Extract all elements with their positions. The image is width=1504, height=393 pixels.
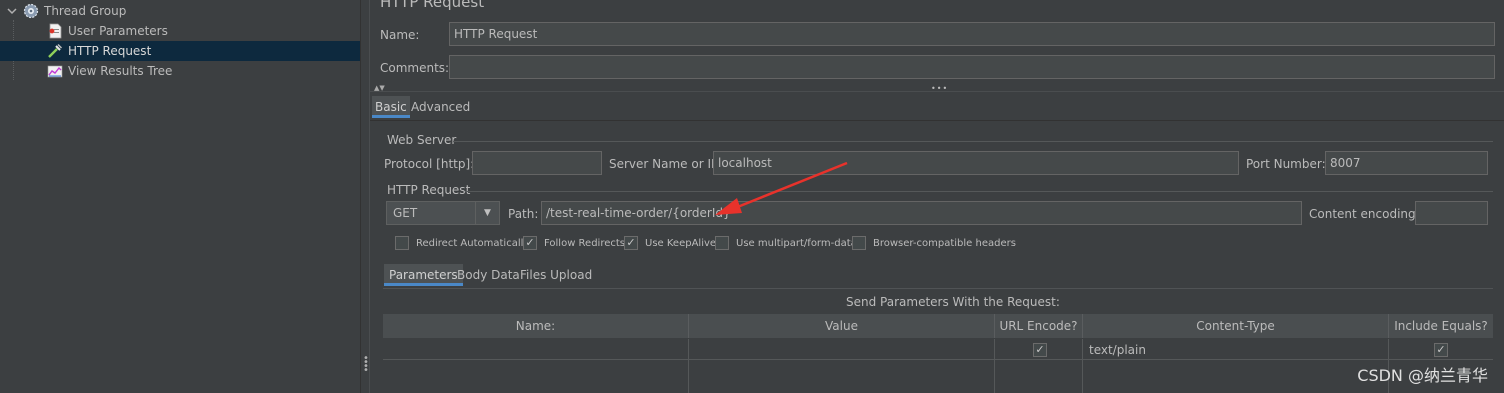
annotation-arrow-icon	[715, 161, 848, 215]
watermark: CSDN @纳兰青华	[1357, 366, 1488, 385]
